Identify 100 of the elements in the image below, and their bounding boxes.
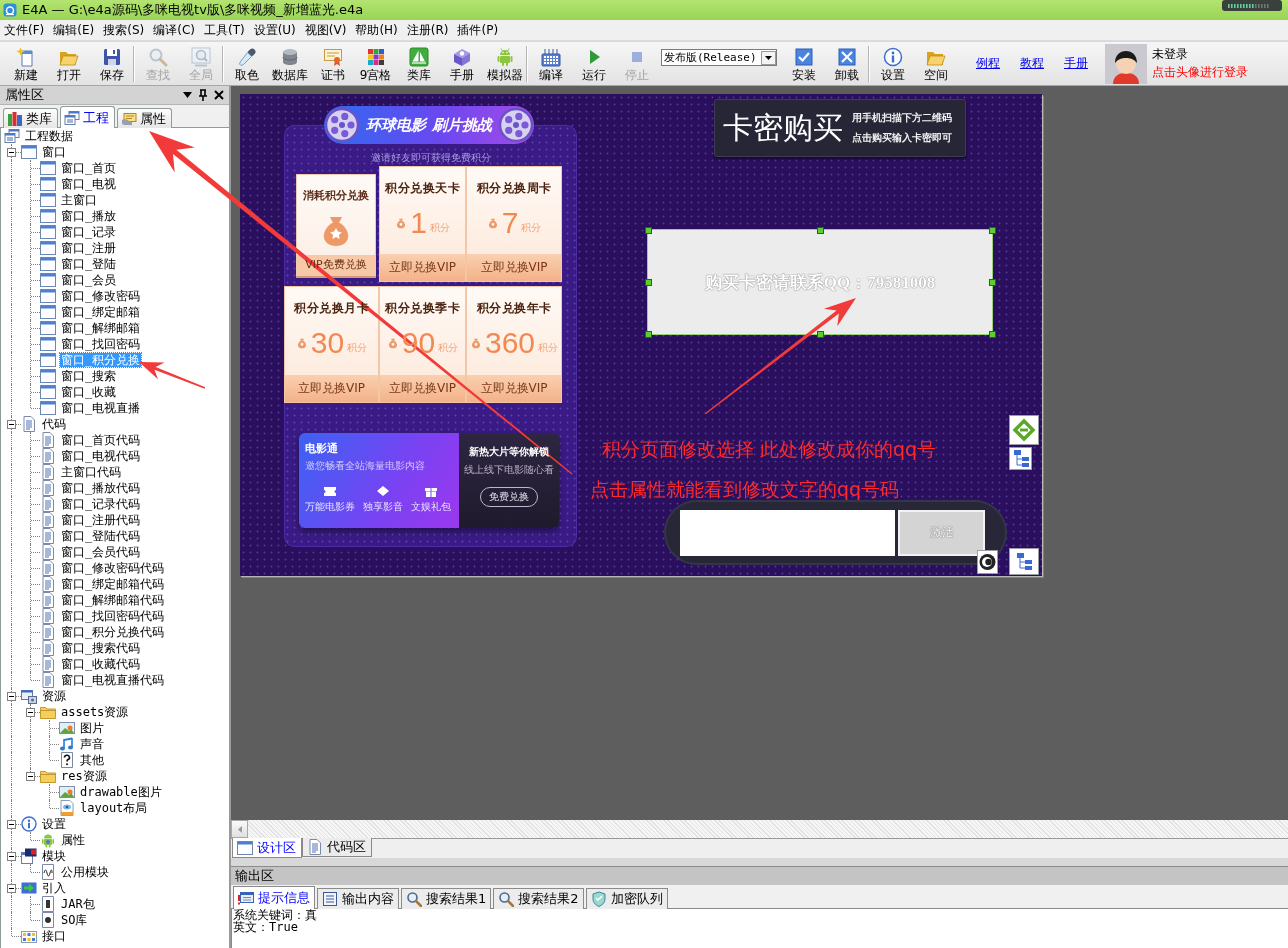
tree-item[interactable]: 设置 <box>41 817 67 831</box>
toolbar-button[interactable]: 数据库 <box>268 43 311 84</box>
tree-item[interactable]: 资源 <box>41 689 67 703</box>
expand-toggle[interactable] <box>26 708 35 717</box>
menu-item[interactable]: 编译(C) <box>149 21 199 39</box>
tree-item[interactable]: 图片 <box>79 721 105 735</box>
tree-item[interactable]: 模块 <box>41 849 67 863</box>
tree-item[interactable]: 窗口_积分兑换代码 <box>60 625 166 639</box>
redeem-button[interactable]: 立即兑换VIP <box>380 254 465 281</box>
output-tab[interactable]: 搜索结果2 <box>493 888 584 909</box>
toolbar-button[interactable]: 9宫格 <box>354 43 397 84</box>
toolbar-button[interactable]: 空间 <box>914 43 957 84</box>
tree-item[interactable]: 其他 <box>79 753 105 767</box>
tree-item[interactable]: 窗口_解绑邮箱代码 <box>60 593 166 607</box>
resize-handle[interactable] <box>989 227 996 234</box>
tree-item[interactable]: 窗口_会员 <box>60 273 118 287</box>
expand-toggle[interactable] <box>7 820 16 829</box>
avatar-icon[interactable] <box>1105 43 1147 84</box>
tree-item[interactable]: 主窗口代码 <box>60 465 122 479</box>
tree-item[interactable]: 窗口_解绑邮箱 <box>60 321 142 335</box>
offer-card[interactable]: 积分兑换天卡 1 积分 立即兑换VIP <box>379 166 466 282</box>
toolbar-button[interactable]: 类库 <box>397 43 440 84</box>
resize-handle[interactable] <box>989 331 996 338</box>
editor-tab[interactable]: 代码区 <box>302 838 372 857</box>
toolbar-button[interactable]: 取色 <box>225 43 268 84</box>
ring-icon[interactable] <box>977 550 998 574</box>
tree-item[interactable]: 公用模块 <box>60 865 110 879</box>
expand-toggle[interactable] <box>7 884 16 893</box>
code-input-field[interactable] <box>680 509 895 556</box>
scrollbar-track[interactable] <box>231 820 1288 838</box>
menu-item[interactable]: 插件(P) <box>453 21 503 39</box>
panel-tab[interactable]: 类库 <box>3 108 58 128</box>
expand-toggle[interactable] <box>7 692 16 701</box>
tree-item[interactable]: 属性 <box>60 833 86 847</box>
menu-item[interactable]: 搜索(S) <box>99 21 149 39</box>
tree-item[interactable]: 窗口_搜索代码 <box>60 641 142 655</box>
toolbar-button[interactable]: 打开 <box>47 43 90 84</box>
toolbar-button[interactable]: 新建 <box>4 43 47 84</box>
scroll-left-button[interactable] <box>231 820 248 838</box>
tree-item[interactable]: drawable图片 <box>79 785 163 799</box>
tree-item[interactable]: 窗口_电视直播 <box>60 401 142 415</box>
tree-item[interactable]: 窗口_播放代码 <box>60 481 142 495</box>
pin-icon[interactable] <box>198 89 208 101</box>
toolbar-button[interactable]: 模拟器 <box>483 43 526 84</box>
toolbar-button[interactable]: 证书 <box>311 43 354 84</box>
tree-item[interactable]: 窗口_找回密码 <box>60 337 142 351</box>
hierarchy-icon[interactable] <box>1009 548 1039 575</box>
redeem-button[interactable]: 立即兑换VIP <box>285 375 378 402</box>
toolbar-button[interactable]: 设置 <box>871 43 914 84</box>
tree-item[interactable]: 窗口_记录代码 <box>60 497 142 511</box>
resize-handle[interactable] <box>989 279 996 286</box>
tree-item[interactable]: 窗口_电视 <box>60 177 118 191</box>
menu-item[interactable]: 帮助(H) <box>351 21 402 39</box>
tree-item[interactable]: res资源 <box>60 769 108 783</box>
expand-toggle[interactable] <box>7 420 16 429</box>
tree-item[interactable]: 窗口_注册代码 <box>60 513 142 527</box>
tree-item[interactable]: assets资源 <box>60 705 130 719</box>
tree-item[interactable]: 窗口_修改密码代码 <box>60 561 166 575</box>
offer-card[interactable]: 积分兑换年卡 360 积分 立即兑换VIP <box>466 286 562 403</box>
tree-item[interactable]: 窗口 <box>41 145 67 159</box>
offer-card[interactable]: 积分兑换月卡 30 积分 立即兑换VIP <box>284 286 379 403</box>
tree-item[interactable]: 窗口_播放 <box>60 209 118 223</box>
toolbar-button[interactable]: 编译 <box>529 43 572 84</box>
menu-item[interactable]: 编辑(E) <box>49 21 99 39</box>
tree-item[interactable]: 窗口_修改密码 <box>60 289 142 303</box>
menu-item[interactable]: 视图(V) <box>300 21 351 39</box>
tree-item[interactable]: 窗口_登陆代码 <box>60 529 142 543</box>
menu-item[interactable]: 文件(F) <box>0 21 49 39</box>
link[interactable]: 教程 <box>1020 55 1044 72</box>
tree-item[interactable]: 引入 <box>41 881 67 895</box>
tree-item[interactable]: 窗口_绑定邮箱 <box>60 305 142 319</box>
menu-item[interactable]: 工具(T) <box>199 21 249 39</box>
resize-handle[interactable] <box>817 227 824 234</box>
tree-item[interactable]: 窗口_会员代码 <box>60 545 142 559</box>
redeem-button[interactable]: 立即兑换VIP <box>467 375 561 402</box>
output-tab[interactable]: 提示信息 <box>233 886 315 909</box>
redeem-button[interactable]: 立即兑换VIP <box>380 375 465 402</box>
tree-item[interactable]: 窗口_首页 <box>60 161 118 175</box>
tree-item[interactable]: 窗口_登陆 <box>60 257 118 271</box>
offer-card[interactable]: 积分兑换周卡 7 积分 立即兑换VIP <box>466 166 562 282</box>
caret-icon[interactable] <box>183 92 192 98</box>
toolbar-button[interactable]: 运行 <box>572 43 615 84</box>
tree-item[interactable]: 窗口_收藏代码 <box>60 657 142 671</box>
tree-item[interactable]: 窗口_搜索 <box>60 369 118 383</box>
menu-item[interactable]: 设置(U) <box>249 21 300 39</box>
tree-item[interactable]: 声音 <box>79 737 105 751</box>
build-mode-dropdown[interactable]: 发布版(Release) <box>661 49 777 66</box>
tree-item[interactable]: layout布局 <box>79 801 149 815</box>
resize-handle[interactable] <box>645 279 652 286</box>
expand-toggle[interactable] <box>7 148 16 157</box>
output-tab[interactable]: 搜索结果1 <box>401 888 492 909</box>
link[interactable]: 手册 <box>1064 55 1088 72</box>
tree-item[interactable]: SO库 <box>60 913 89 927</box>
panel-tab[interactable]: 属性 <box>117 108 172 128</box>
expand-toggle[interactable] <box>7 852 16 861</box>
tree-item[interactable]: 窗口_电视直播代码 <box>60 673 166 687</box>
tree-item[interactable]: 窗口_注册 <box>60 241 118 255</box>
tree-item[interactable]: 接口 <box>41 929 67 943</box>
expand-toggle[interactable] <box>26 772 35 781</box>
toolbar-button[interactable]: 卸载 <box>825 43 868 84</box>
